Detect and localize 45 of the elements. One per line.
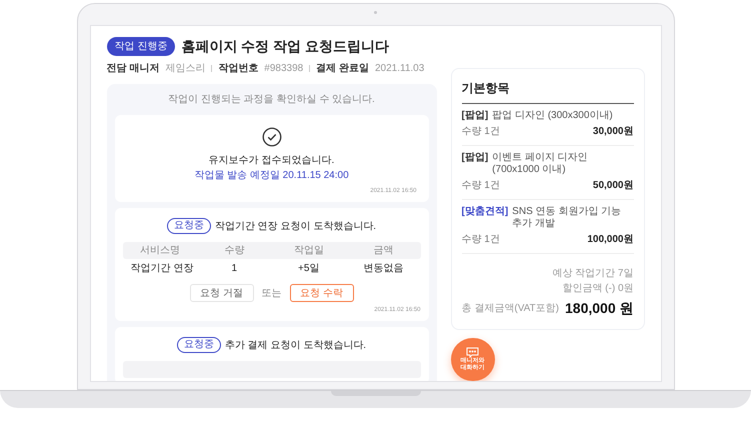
column-header: 서비스명 <box>138 244 181 258</box>
check-circle-icon <box>262 127 282 147</box>
column-header: 금액 <box>372 244 394 258</box>
status-badge: 요청중 <box>176 337 221 353</box>
table-cell-text: +5일 <box>297 262 320 276</box>
meta-label: 결제 완료일 <box>316 62 369 76</box>
item-quantity: 수량 1건 <box>462 233 500 247</box>
delivery-date: 작업물 발송 예정일 20.11.15 24:00 <box>194 169 349 183</box>
meta-label: 전담 매니저 <box>106 62 160 76</box>
item-tag: [맞춤견적] <box>462 206 508 218</box>
page-title: 홈페이지 수정 작업 요청드립니다 <box>181 37 389 56</box>
summary-title: 기본항목 <box>462 79 634 104</box>
table-cell-text: 1 <box>230 262 238 276</box>
item-tag: [팝업] <box>462 152 488 164</box>
request-message: 작업기간 연장 요청이 도착했습니다. <box>214 220 376 234</box>
status-badge: 요청중 <box>166 218 211 234</box>
item-name: 팝업 디자인 (300x300이내) <box>492 110 613 122</box>
item-name: 이벤트 페이지 디자인(700x1000 이내) <box>492 152 589 176</box>
request-message: 추가 결제 요청이 도착했습니다. <box>224 338 366 352</box>
table-cell-text: 작업기간 연장 <box>130 262 194 276</box>
discount-amount: 할인금액 (-) 0원 <box>562 282 634 296</box>
item-price: 50,000원 <box>592 179 634 193</box>
chat-bubble-icon <box>466 347 479 358</box>
meta-value: #983398 <box>264 62 304 76</box>
status-badge: 작업 진행중 <box>106 37 176 56</box>
meta-label: 작업번호 <box>218 62 258 76</box>
column-header: 수량 <box>223 244 246 258</box>
reject-button[interactable]: 요청 거절 <box>190 284 254 302</box>
or-text: 또는 <box>262 286 282 300</box>
notice-message: 유지보수가 접수되었습니다. <box>208 154 334 168</box>
item-price: 30,000원 <box>592 125 634 139</box>
meta-value: 제임스리 <box>165 62 206 76</box>
accept-button[interactable]: 요청 수락 <box>290 284 354 302</box>
item-quantity: 수량 1건 <box>462 125 500 139</box>
item-quantity: 수량 1건 <box>462 179 500 193</box>
item-tag: [팝업] <box>462 110 488 122</box>
item-price: 100,000원 <box>587 233 634 247</box>
total-label: 총 결제금액(VAT포함) <box>462 302 559 316</box>
table-cell-text: 변동없음 <box>362 262 404 276</box>
item-name: SNS 연동 회원가입 기능 추가 개발 <box>512 206 622 230</box>
progress-intro: 작업이 진행되는 과정을 확인하실 수 있습니다. <box>168 93 375 107</box>
meta-value: 2021.11.03 <box>375 62 424 76</box>
estimated-period: 예상 작업기간 7일 <box>552 267 634 281</box>
column-header: 작업일 <box>292 244 325 258</box>
total-amount: 180,000 원 <box>565 299 634 318</box>
